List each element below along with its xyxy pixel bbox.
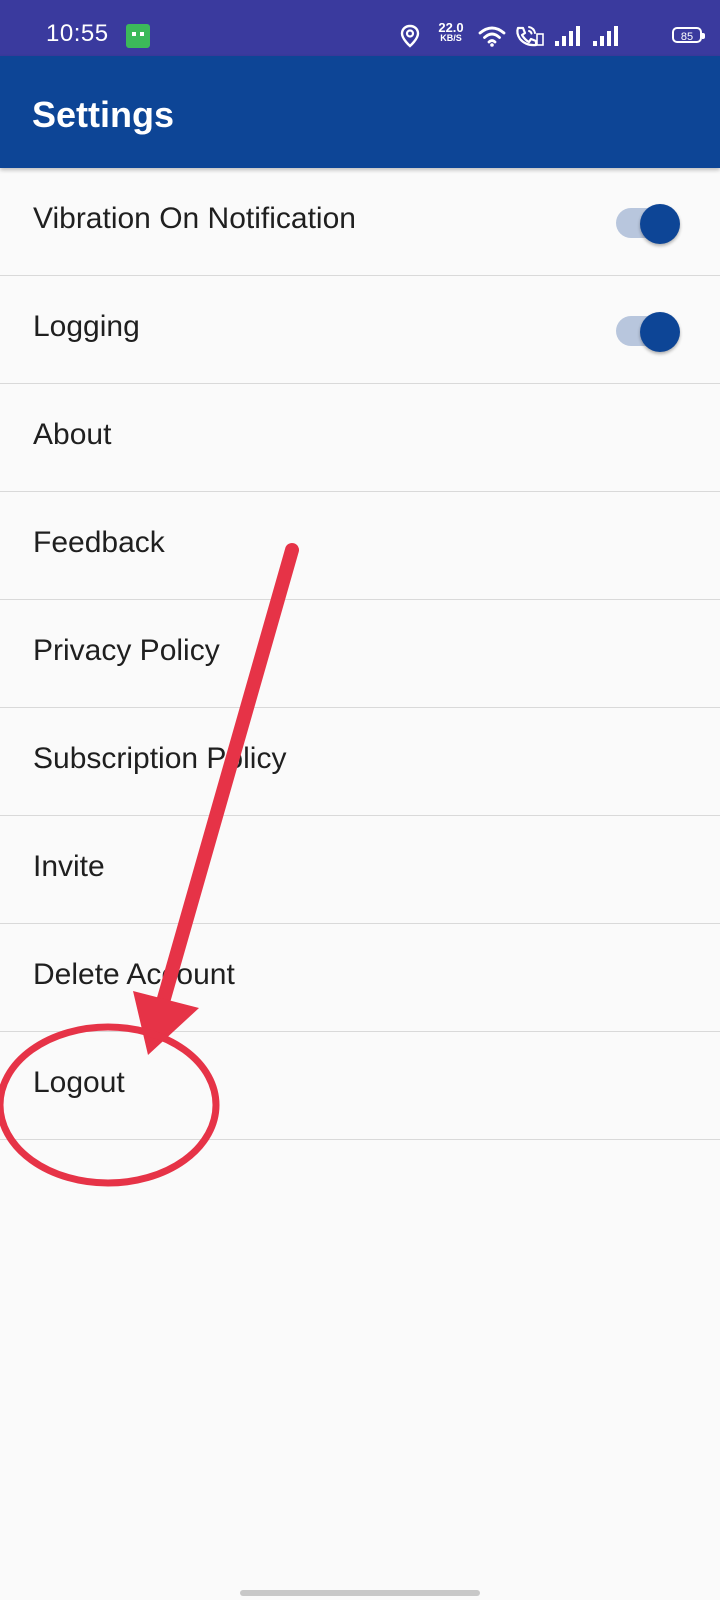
setting-label: About <box>33 418 112 451</box>
battery-level: 85 <box>680 31 694 43</box>
status-icons: 22.0 KB/S 85 <box>400 18 720 54</box>
setting-label: Invite <box>33 850 105 883</box>
app-bar: Settings <box>0 56 720 168</box>
app-notification-icon <box>126 24 150 48</box>
setting-label: Vibration On Notification <box>33 202 356 235</box>
setting-privacy-policy[interactable]: Privacy Policy <box>0 600 720 708</box>
network-speed-value: 22.0 <box>438 20 464 35</box>
status-time: 10:55 <box>46 20 109 47</box>
setting-label: Delete Account <box>33 958 235 991</box>
toggle-thumb <box>640 312 680 352</box>
setting-label: Logging <box>33 310 140 343</box>
setting-about[interactable]: About <box>0 384 720 492</box>
setting-invite[interactable]: Invite <box>0 816 720 924</box>
home-indicator[interactable] <box>240 1590 480 1596</box>
setting-subscription-policy[interactable]: Subscription Policy <box>0 708 720 816</box>
signal-icon <box>555 26 580 46</box>
setting-label: Logout <box>33 1066 125 1099</box>
setting-logging[interactable]: Logging <box>0 276 720 384</box>
setting-label: Privacy Policy <box>33 634 220 667</box>
vibration-toggle[interactable] <box>616 204 680 244</box>
settings-list: Vibration On Notification Logging About … <box>0 168 720 1140</box>
toggle-thumb <box>640 204 680 244</box>
setting-logout[interactable]: Logout <box>0 1032 720 1140</box>
setting-delete-account[interactable]: Delete Account <box>0 924 720 1032</box>
setting-label: Feedback <box>33 526 165 559</box>
volte-call-icon <box>516 26 544 47</box>
page-title: Settings <box>32 94 175 135</box>
setting-vibration-on-notification[interactable]: Vibration On Notification <box>0 168 720 276</box>
status-bar: 10:55 22.0 KB/S 85 <box>0 0 720 56</box>
location-icon <box>400 24 420 48</box>
setting-feedback[interactable]: Feedback <box>0 492 720 600</box>
signal-icon <box>593 26 618 46</box>
logging-toggle[interactable] <box>616 312 680 352</box>
battery-icon: 85 <box>672 27 705 43</box>
network-speed: 22.0 KB/S <box>434 20 468 44</box>
wifi-icon <box>478 26 506 47</box>
setting-label: Subscription Policy <box>33 742 287 775</box>
